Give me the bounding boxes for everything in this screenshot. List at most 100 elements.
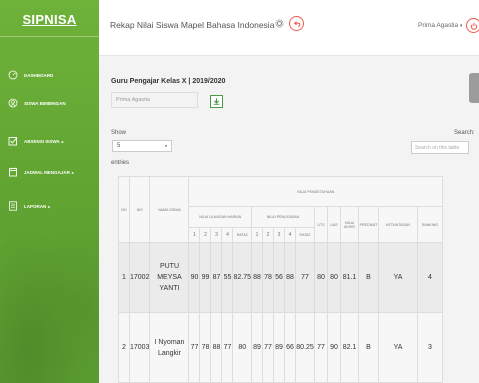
cell-ranking: 4 [417,242,443,313]
cell-nis: 17003 [128,312,151,383]
settings-panel-toggle[interactable] [469,73,479,103]
teacher-select[interactable]: Prima Agastia [111,92,198,108]
cell-ketuntasan: YA [378,242,418,313]
brand-logo[interactable]: SIPNISA [0,12,99,27]
cell-uas: 90 [327,312,341,383]
cell-pn: 56 [273,242,285,313]
cell-uh: 99 [199,242,212,313]
undo-button[interactable] [289,16,304,31]
undo-icon [293,20,300,27]
th-uh-4: 4 [221,227,234,243]
chevron-down-icon: ▾ [459,23,463,29]
cell-pn-rata2: 80.25 [295,312,315,383]
entries-label: entries [111,160,130,166]
th-pn-4: 4 [284,227,296,243]
cell-uh-rata2: 80 [232,312,252,383]
chevron-right-icon: ▸ [61,138,64,144]
sidebar-item-label: DASHBOARD [24,72,54,78]
cell-pn: 77 [262,312,274,383]
sidebar-item-jadwal-mengajar[interactable]: JADWAL MENGAJAR ▸ [8,167,74,177]
sidebar-item-laporan[interactable]: LAPORAN ▸ [8,201,50,211]
calendar-icon [9,167,17,177]
th-uas[interactable]: UAS [327,206,341,243]
th-pn-2: 2 [262,227,274,243]
cell-uh: 77 [188,312,201,383]
th-uh-2: 2 [199,227,212,243]
cell-uas: 80 [327,242,341,313]
gear-icon[interactable] [275,19,284,28]
cell-pn: 88 [284,242,296,313]
page-title: Rekap Nilai Siswa Mapel Bahasa Indonesia [110,20,275,30]
cell-pn: 66 [284,312,296,383]
brand-name: SIPNISA [22,12,77,27]
cell-predikat: B [358,312,379,383]
cell-uh: 88 [210,312,223,383]
th-nilai-akhir[interactable]: NILAI AKHIR [340,206,359,243]
select-caret-icon: ♦ [164,143,167,148]
dashboard-icon [8,70,18,80]
cell-uts: 80 [314,242,328,313]
report-icon [9,201,17,211]
cell-ketuntasan: YA [378,312,418,383]
cell-nama: PUTU MEYSA YANTI [149,242,190,313]
cell-uh-rata2: 82.75 [232,242,252,313]
th-nilai-penugasan: NILAI PENUGASAN [251,206,315,228]
user-menu[interactable]: Prima Agastia ▾ [418,22,462,29]
chevron-right-icon: ▸ [48,203,51,209]
th-ketuntasan[interactable]: KETUNTASAN [378,206,418,243]
top-header: Rekap Nilai Siswa Mapel Bahasa Indonesia… [99,0,479,56]
cell-nis: 17002 [128,242,151,313]
sidebar-background-texture [0,193,99,383]
cell-ranking: 3 [417,312,443,383]
search-input[interactable]: Search on this table [411,141,469,154]
th-pn-1: 1 [251,227,263,243]
cell-pn: 89 [273,312,285,383]
th-uts[interactable]: UTS [314,206,328,243]
th-ranking[interactable]: RANKING [417,206,443,243]
cell-pn: 78 [262,242,274,313]
sidebar-item-absensi-siswa[interactable]: ABSENSI SISWA ▸ [8,136,64,146]
power-icon [470,22,477,30]
th-uh-1: 1 [188,227,201,243]
cell-nilai-akhir: 81.1 [340,242,359,313]
th-pn-rata2: RATA2 [295,227,315,243]
cell-pn: 89 [251,312,263,383]
cell-uh: 55 [221,242,234,313]
th-nis[interactable]: NIS [128,176,151,243]
cell-pn: 88 [251,242,263,313]
sidebar-item-siswa-bimbingan[interactable]: SISWA BIMBINGAN [8,98,66,108]
table-row: 1 17002 PUTU MEYSA YANTI 90 99 87 55 82.… [118,242,443,313]
entries-select[interactable]: 5 ♦ [112,140,172,152]
cell-no: 1 [118,242,130,313]
th-nilai-ulangan-harian: NILAI ULANGAN HARIAN [188,206,252,228]
sidebar-item-dashboard[interactable]: DASHBOARD [8,70,53,80]
cell-no: 2 [118,312,130,383]
table-row: 2 17003 I Nyoman Langkir 77 78 88 77 80 … [118,312,443,383]
brand-divider [0,36,99,37]
cell-uh: 77 [221,312,234,383]
cell-uts: 77 [314,312,328,383]
section-title: Guru Pengajar Kelas X | 2019/2020 [111,78,226,85]
download-button[interactable] [210,95,223,108]
sidebar-item-label: JADWAL MENGAJAR [24,169,70,175]
checkbox-icon [8,137,18,146]
logout-button[interactable] [466,18,479,33]
cell-uh: 87 [210,242,223,313]
chevron-right-icon: ▸ [71,169,74,175]
th-no[interactable]: NO [118,176,130,243]
student-icon [8,98,18,108]
th-uh-rata2: RATA2 [232,227,252,243]
cell-nilai-akhir: 82.1 [340,312,359,383]
th-predikat[interactable]: PREDIKAT [358,206,379,243]
grades-table: NO NIS NAMA SISWA NILAI PENGETAHUAN NILA… [118,176,443,383]
download-icon [213,98,220,105]
cell-uh: 78 [199,312,212,383]
sidebar-item-label: SISWA BIMBINGAN [24,100,66,106]
cell-nama: I Nyoman Langkir [149,312,190,383]
show-label: Show [111,130,127,136]
cell-uh: 90 [188,242,201,313]
sidebar-item-label: LAPORAN [24,203,47,209]
th-nilai-pengetahuan: NILAI PENGETAHUAN [188,176,443,207]
th-nama-siswa[interactable]: NAMA SISWA [149,176,190,243]
sidebar-item-label: ABSENSI SISWA [24,138,60,144]
